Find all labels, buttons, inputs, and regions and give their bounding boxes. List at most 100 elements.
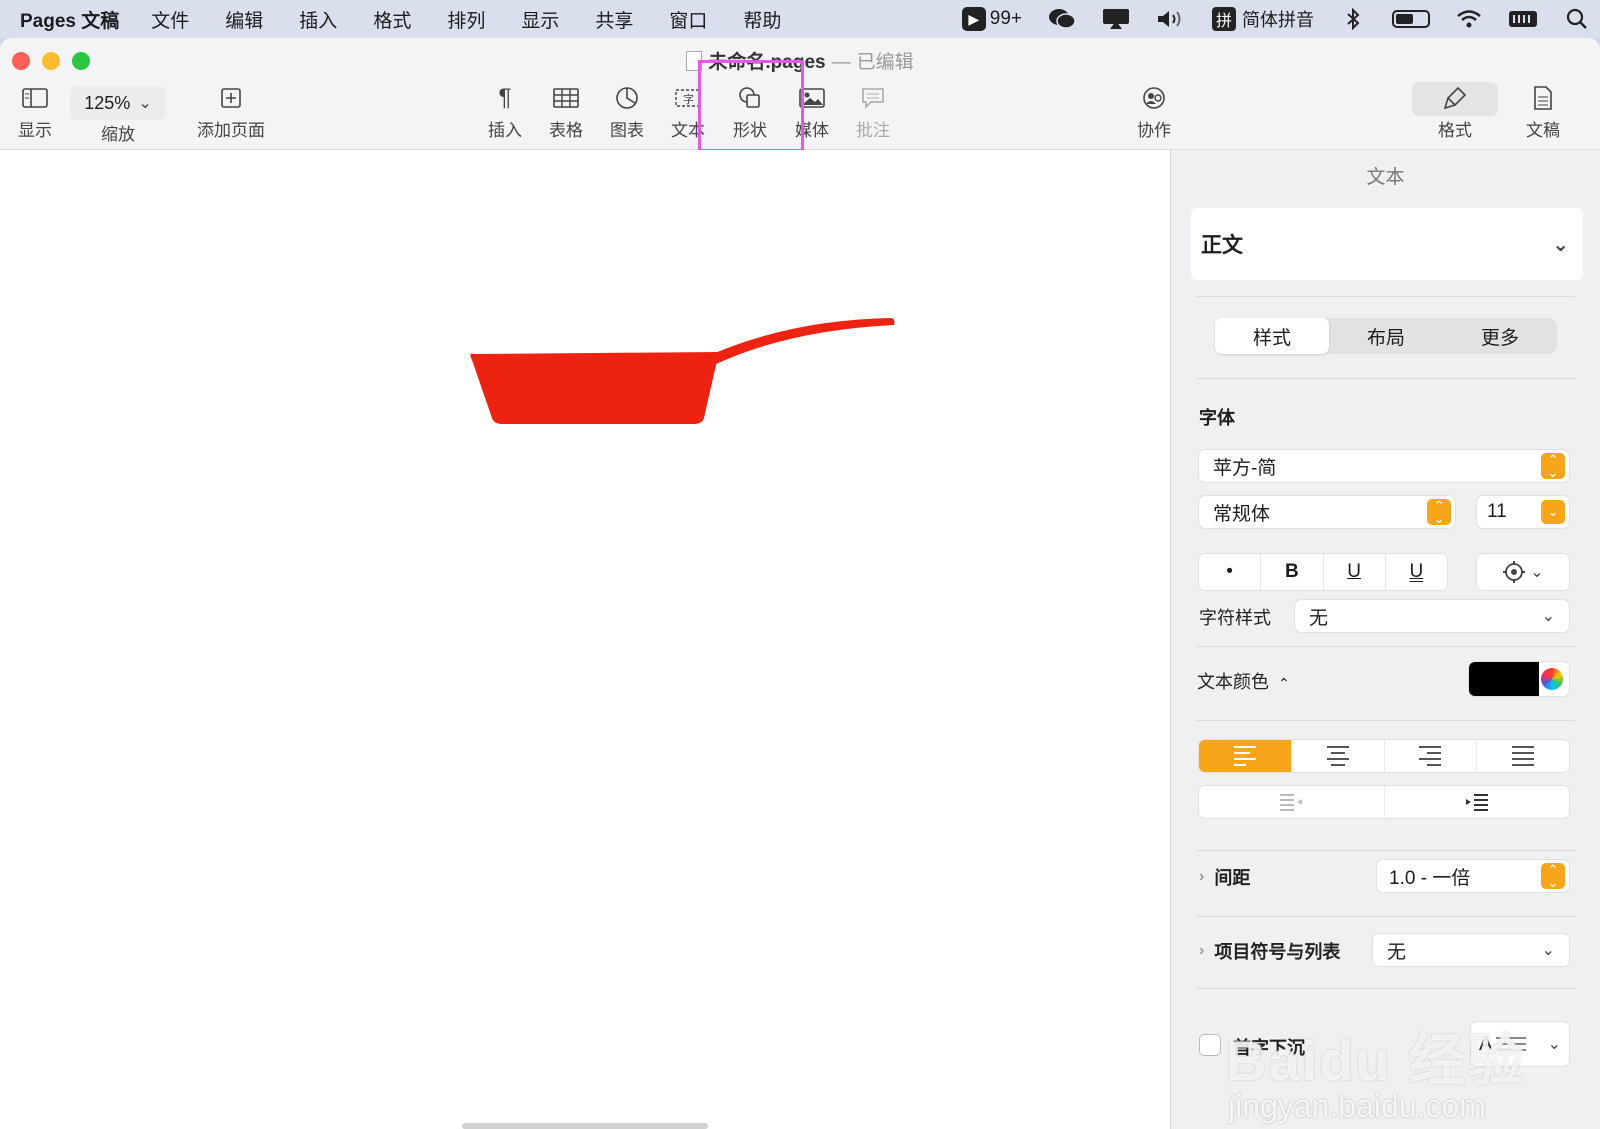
- menu-bar: Pages 文稿 文件 编辑 插入 格式 排列 显示 共享 窗口 帮助 ▶ 99…: [0, 0, 1600, 38]
- badge-count: 99+: [989, 8, 1022, 29]
- document-label: 文稿: [1526, 121, 1560, 140]
- gear-icon: [1503, 561, 1526, 583]
- tab-more[interactable]: 更多: [1443, 318, 1557, 354]
- menu-window[interactable]: 窗口: [669, 6, 707, 33]
- text-options-button[interactable]: ⌄: [1477, 554, 1569, 590]
- paragraph-style-select[interactable]: 正文 ⌄: [1191, 208, 1583, 280]
- menu-help[interactable]: 帮助: [743, 6, 781, 33]
- paintbrush-icon: [1443, 82, 1467, 114]
- edit-state: 已编辑: [856, 52, 914, 73]
- pages-window: 未命名.pages — 已编辑 显示 125% ⌄ 缩放 添加页面 ¶ 插入 表…: [0, 38, 1600, 1129]
- menu-format[interactable]: 格式: [373, 6, 411, 33]
- font-family-select[interactable]: 苹方-简 ⌃ ⌄: [1199, 450, 1569, 482]
- char-style-label: 字符样式: [1199, 608, 1271, 628]
- pan-shape[interactable]: [0, 150, 1170, 1129]
- zoom-value: 125%: [84, 92, 131, 113]
- menu-file[interactable]: 文件: [151, 6, 189, 33]
- search-icon[interactable]: [1564, 6, 1590, 32]
- bullets-select[interactable]: 无 ⌄: [1373, 934, 1569, 966]
- text-color-well[interactable]: [1469, 662, 1569, 696]
- chevron-down-icon: ⌄: [138, 95, 152, 112]
- text-color-label[interactable]: 文本颜色 ⌃: [1197, 668, 1290, 694]
- sidebar-icon: [22, 82, 48, 114]
- justify-button[interactable]: [1477, 740, 1569, 772]
- decrease-indent-button[interactable]: [1199, 786, 1385, 818]
- volume-icon[interactable]: [1156, 6, 1186, 32]
- underline-button[interactable]: U: [1324, 554, 1386, 590]
- dropcap-checkbox[interactable]: [1199, 1034, 1221, 1056]
- pinyin-icon: 拼: [1212, 7, 1236, 31]
- tab-layout[interactable]: 布局: [1329, 318, 1443, 354]
- char-style-select[interactable]: 无 ⌄: [1295, 600, 1569, 632]
- align-center-button[interactable]: [1292, 740, 1385, 772]
- double-underline-button[interactable]: U: [1386, 554, 1447, 590]
- zoom-select[interactable]: 125% ⌄: [70, 86, 166, 120]
- display-icon[interactable]: [1102, 6, 1130, 32]
- app-badge-icon: ▶: [961, 7, 986, 31]
- title-separator: —: [831, 52, 851, 73]
- menu-edit[interactable]: 编辑: [225, 6, 263, 33]
- updown-stepper-icon: ⌃ ⌄: [1427, 499, 1451, 525]
- view-button[interactable]: 显示: [0, 82, 70, 141]
- notification-badge[interactable]: ▶ 99+: [961, 7, 1022, 31]
- bullets-value: 无: [1387, 941, 1407, 963]
- comment-label: 批注: [856, 121, 890, 140]
- insert-label: 插入: [488, 121, 522, 140]
- chevron-down-icon: ⌄: [1541, 500, 1565, 524]
- menu-app-name[interactable]: Pages 文稿: [20, 6, 119, 33]
- wechat-icon[interactable]: [1048, 6, 1076, 32]
- menu-arrange[interactable]: 排列: [447, 6, 485, 33]
- table-button[interactable]: 表格: [531, 82, 601, 141]
- chevron-down-icon: ⌄: [1541, 942, 1555, 959]
- tab-style[interactable]: 样式: [1215, 318, 1329, 354]
- horizontal-scrollbar[interactable]: [462, 1123, 708, 1129]
- wifi-icon[interactable]: [1456, 6, 1482, 32]
- collaborate-button[interactable]: 协作: [1119, 82, 1189, 141]
- indent-buttons: [1199, 786, 1569, 818]
- spacing-disclosure[interactable]: › 间距: [1199, 864, 1250, 890]
- bluetooth-icon[interactable]: [1340, 6, 1366, 32]
- increase-indent-button[interactable]: [1385, 786, 1570, 818]
- color-swatch[interactable]: [1469, 662, 1539, 696]
- document-page-icon: [1533, 82, 1553, 114]
- insert-button[interactable]: ¶ 插入: [470, 82, 540, 141]
- align-left-button[interactable]: [1199, 740, 1292, 772]
- bullets-label: 项目符号与列表: [1214, 942, 1341, 962]
- inspector-tabs: 样式 布局 更多: [1215, 318, 1557, 354]
- char-style-value: 无: [1309, 607, 1329, 629]
- bullets-disclosure[interactable]: › 项目符号与列表: [1199, 938, 1340, 964]
- spacing-select[interactable]: 1.0 - 一倍 ⌃ ⌄: [1377, 860, 1569, 892]
- bullet-button[interactable]: •: [1199, 554, 1262, 590]
- chart-label: 图表: [610, 121, 644, 140]
- table-label: 表格: [549, 121, 583, 140]
- baidu-watermark-url: jingyan.baidu.com: [1228, 1088, 1486, 1124]
- battery-icon[interactable]: [1392, 10, 1430, 28]
- add-page-button[interactable]: 添加页面: [186, 82, 276, 141]
- font-size-field[interactable]: 11 ⌄: [1477, 496, 1569, 528]
- font-weight-select[interactable]: 常规体 ⌃ ⌄: [1199, 496, 1455, 528]
- align-right-button[interactable]: [1385, 740, 1478, 772]
- chart-button[interactable]: 图表: [592, 82, 662, 141]
- collaborate-icon: [1141, 82, 1167, 114]
- keyboard-icon[interactable]: [1508, 6, 1538, 32]
- divider: [1197, 988, 1575, 989]
- comment-button[interactable]: 批注: [838, 82, 908, 141]
- updown-stepper-icon: ⌃ ⌄: [1541, 863, 1565, 889]
- pilcrow-icon: ¶: [498, 84, 512, 111]
- document-canvas[interactable]: [0, 150, 1170, 1129]
- inspector-header: 文本: [1366, 167, 1405, 188]
- document-button[interactable]: 文稿: [1508, 82, 1578, 141]
- bold-button[interactable]: B: [1261, 554, 1324, 590]
- menu-insert[interactable]: 插入: [299, 6, 337, 33]
- format-button[interactable]: 格式: [1420, 82, 1490, 141]
- input-method[interactable]: 拼 简体拼音: [1212, 6, 1314, 32]
- menu-share[interactable]: 共享: [595, 6, 633, 33]
- menu-view[interactable]: 显示: [521, 6, 559, 33]
- font-size-value: 11: [1487, 501, 1507, 522]
- divider: [1197, 916, 1575, 917]
- font-section-title: 字体: [1199, 408, 1235, 428]
- justify-icon: [1512, 746, 1535, 766]
- pan-body-shape[interactable]: [470, 352, 720, 424]
- pan-handle-shape[interactable]: [708, 318, 895, 364]
- color-wheel-icon[interactable]: [1541, 668, 1563, 690]
